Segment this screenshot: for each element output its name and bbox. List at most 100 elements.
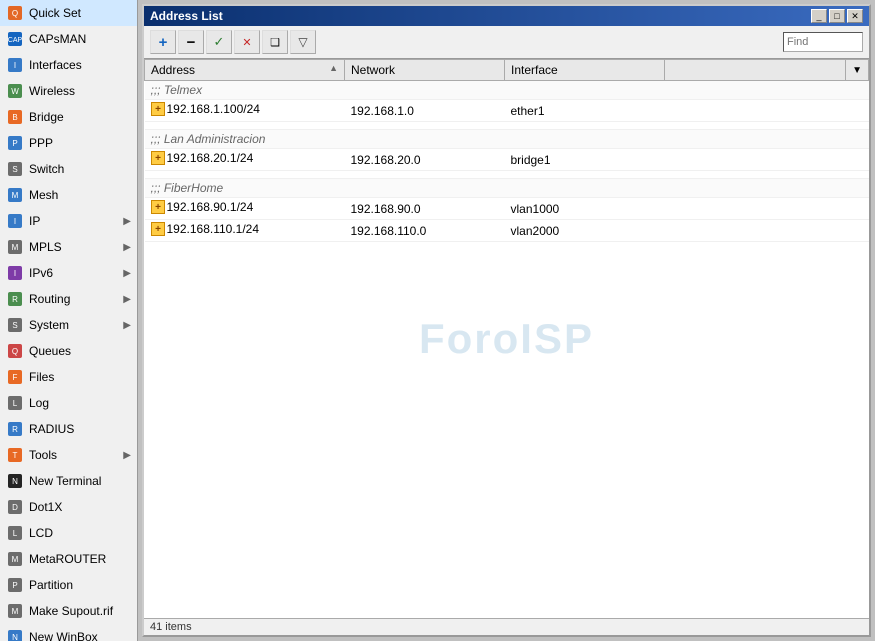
add-button[interactable]: +	[150, 30, 176, 54]
svg-text:R: R	[12, 425, 18, 434]
table-row[interactable]: + 192.168.90.1/24 192.168.90.0vlan1000	[145, 198, 869, 220]
disable-button[interactable]: ✕	[234, 30, 260, 54]
partition-icon: P	[6, 576, 24, 594]
sidebar-label-ipv6: IPv6	[29, 266, 53, 280]
group-comment-2: ;;; FiberHome	[145, 179, 869, 198]
svg-text:R: R	[12, 295, 18, 304]
svg-text:P: P	[12, 581, 17, 590]
filter-button[interactable]: ▽	[290, 30, 316, 54]
sidebar-item-radius[interactable]: R RADIUS	[0, 416, 137, 442]
minimize-button[interactable]: _	[811, 9, 827, 23]
cell-scroll-2-1	[846, 220, 869, 242]
col-header-network[interactable]: Network	[345, 60, 505, 81]
cell-network-1-0: 192.168.20.0	[345, 149, 505, 171]
svg-text:M: M	[12, 191, 19, 200]
window-controls: _ □ ✕	[811, 9, 863, 23]
sidebar-item-metarouter[interactable]: M MetaROUTER	[0, 546, 137, 572]
sidebar: Q Quick SetCAPCAPsMAN I Interfaces W Wir…	[0, 0, 138, 641]
cell-extra-0-0	[665, 100, 846, 122]
sidebar-item-routing[interactable]: R Routing▶	[0, 286, 137, 312]
sidebar-item-make-supout[interactable]: M Make Supout.rif	[0, 598, 137, 624]
sidebar-item-capsman[interactable]: CAPCAPsMAN	[0, 26, 137, 52]
svg-text:+: +	[155, 224, 161, 235]
sidebar-label-quick-set: Quick Set	[29, 6, 81, 20]
find-input[interactable]	[783, 32, 863, 52]
table-container[interactable]: ForoISP Address ▲ Network Interface ▼ ;;…	[144, 59, 869, 618]
col-header-dropdown[interactable]: ▼	[846, 60, 869, 81]
sidebar-label-new-terminal: New Terminal	[29, 474, 101, 488]
col-header-extra	[665, 60, 846, 81]
maximize-button[interactable]: □	[829, 9, 845, 23]
toolbar: + − ✓ ✕ ❑ ▽	[144, 26, 869, 59]
sidebar-item-queues[interactable]: Q Queues	[0, 338, 137, 364]
remove-button[interactable]: −	[178, 30, 204, 54]
cell-extra-2-1	[665, 220, 846, 242]
sidebar-label-new-winbox: New WinBox	[29, 630, 98, 641]
sidebar-item-interfaces[interactable]: I Interfaces	[0, 52, 137, 78]
svg-text:Q: Q	[12, 347, 18, 356]
col-header-interface[interactable]: Interface	[505, 60, 665, 81]
cell-address-2-0: + 192.168.90.1/24	[145, 198, 345, 220]
sidebar-item-new-terminal[interactable]: N New Terminal	[0, 468, 137, 494]
switch-icon: S	[6, 160, 24, 178]
table-row[interactable]: + 192.168.110.1/24 192.168.110.0vlan2000	[145, 220, 869, 242]
sidebar-label-interfaces: Interfaces	[29, 58, 82, 72]
sidebar-item-ip[interactable]: I IP▶	[0, 208, 137, 234]
cell-extra-2-0	[665, 198, 846, 220]
table-row[interactable]: + 192.168.20.1/24 192.168.20.0bridge1	[145, 149, 869, 171]
sidebar-label-lcd: LCD	[29, 526, 53, 540]
mpls-icon: M	[6, 238, 24, 256]
sidebar-item-switch[interactable]: S Switch	[0, 156, 137, 182]
svg-text:Q: Q	[12, 9, 18, 18]
address-table: Address ▲ Network Interface ▼ ;;; Telmex…	[144, 59, 869, 242]
make-supout-icon: M	[6, 602, 24, 620]
sidebar-item-ipv6[interactable]: I IPv6▶	[0, 260, 137, 286]
sidebar-item-files[interactable]: F Files	[0, 364, 137, 390]
capsman-icon: CAP	[6, 30, 24, 48]
svg-text:N: N	[12, 633, 18, 641]
cell-interface-2-1: vlan2000	[505, 220, 665, 242]
table-row[interactable]: + 192.168.1.100/24 192.168.1.0ether1	[145, 100, 869, 122]
sidebar-item-partition[interactable]: P Partition	[0, 572, 137, 598]
sidebar-item-log[interactable]: L Log	[0, 390, 137, 416]
sidebar-item-ppp[interactable]: P PPP	[0, 130, 137, 156]
sidebar-label-files: Files	[29, 370, 54, 384]
sidebar-item-system[interactable]: S System▶	[0, 312, 137, 338]
sidebar-label-wireless: Wireless	[29, 84, 75, 98]
cell-network-0-0: 192.168.1.0	[345, 100, 505, 122]
sidebar-item-quick-set[interactable]: Q Quick Set	[0, 0, 137, 26]
cell-network-2-0: 192.168.90.0	[345, 198, 505, 220]
wireless-icon: W	[6, 82, 24, 100]
group-comment-1: ;;; Lan Administracion	[145, 130, 869, 149]
svg-text:M: M	[12, 607, 19, 616]
enable-button[interactable]: ✓	[206, 30, 232, 54]
cell-interface-2-0: vlan1000	[505, 198, 665, 220]
routing-icon: R	[6, 290, 24, 308]
sidebar-item-lcd[interactable]: L LCD	[0, 520, 137, 546]
sidebar-label-radius: RADIUS	[29, 422, 74, 436]
sidebar-item-wireless[interactable]: W Wireless	[0, 78, 137, 104]
col-header-address[interactable]: Address ▲	[145, 60, 345, 81]
svg-text:+: +	[155, 104, 161, 115]
cell-interface-0-0: ether1	[505, 100, 665, 122]
svg-text:L: L	[13, 399, 18, 408]
log-icon: L	[6, 394, 24, 412]
sidebar-item-dot1x[interactable]: D Dot1X	[0, 494, 137, 520]
copy-button[interactable]: ❑	[262, 30, 288, 54]
svg-text:N: N	[12, 477, 18, 486]
system-icon: S	[6, 316, 24, 334]
spacer-row	[145, 122, 869, 130]
bridge-icon: B	[6, 108, 24, 126]
svg-text:S: S	[12, 165, 17, 174]
close-button[interactable]: ✕	[847, 9, 863, 23]
sidebar-item-mesh[interactable]: M Mesh	[0, 182, 137, 208]
quick-set-icon: Q	[6, 4, 24, 22]
svg-text:M: M	[12, 243, 19, 252]
sidebar-item-new-winbox[interactable]: N New WinBox	[0, 624, 137, 641]
sidebar-item-bridge[interactable]: B Bridge	[0, 104, 137, 130]
sidebar-item-tools[interactable]: T Tools▶	[0, 442, 137, 468]
mpls-arrow-icon: ▶	[123, 242, 131, 253]
svg-text:P: P	[12, 139, 17, 148]
svg-text:B: B	[12, 113, 17, 122]
sidebar-item-mpls[interactable]: M MPLS▶	[0, 234, 137, 260]
